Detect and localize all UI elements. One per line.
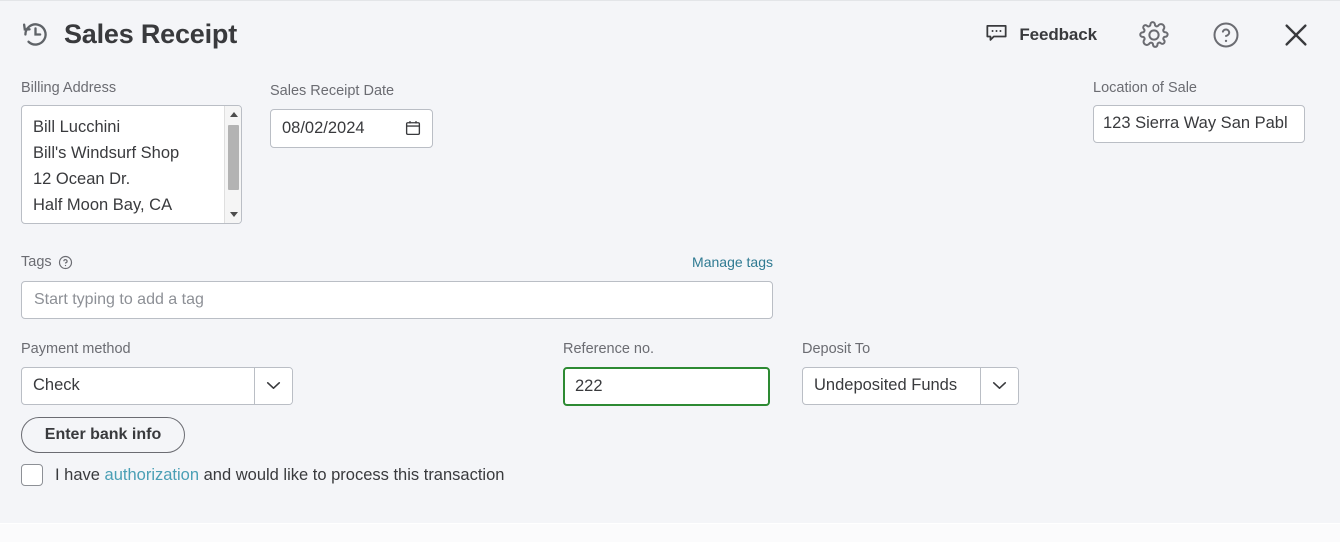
authorization-checkbox[interactable] xyxy=(21,464,43,486)
reference-no-value: 222 xyxy=(575,376,603,395)
question-circle-icon[interactable] xyxy=(58,255,73,270)
billing-line: Half Moon Bay, CA xyxy=(33,195,173,214)
billing-address-content: Bill Lucchini Bill's Windsurf Shop 12 Oc… xyxy=(22,106,222,218)
scroll-down-arrow-icon[interactable] xyxy=(225,206,241,223)
deposit-to-label: Deposit To xyxy=(802,341,871,357)
form-body: Billing Address Bill Lucchini Bill's Win… xyxy=(0,68,1340,523)
speech-bubble-icon xyxy=(984,20,1009,50)
authorization-text: I have authorization and would like to p… xyxy=(55,467,504,484)
authorization-link[interactable]: authorization xyxy=(105,466,199,484)
authorization-text-after: and would like to process this transacti… xyxy=(199,465,505,484)
billing-address-scrollbar[interactable] xyxy=(224,105,241,223)
sales-receipt-date-group: Sales Receipt Date 08/02/2024 xyxy=(270,84,433,148)
tags-header: Tags Manage tags xyxy=(21,253,773,271)
billing-line: Bill Lucchini xyxy=(33,117,121,136)
feedback-label: Feedback xyxy=(1019,24,1097,44)
panel-header: Sales Receipt Feedback xyxy=(0,1,1340,68)
billing-address-label: Billing Address xyxy=(21,80,117,96)
billing-address-group: Billing Address Bill Lucchini Bill's Win… xyxy=(21,81,242,224)
scrollbar-track[interactable] xyxy=(225,123,241,206)
authorization-text-before: I have xyxy=(55,465,105,484)
sales-receipt-date-label: Sales Receipt Date xyxy=(270,83,395,99)
chevron-down-icon[interactable] xyxy=(980,367,1018,404)
location-of-sale-label: Location of Sale xyxy=(1093,80,1197,96)
gear-icon[interactable] xyxy=(1130,11,1178,59)
sales-receipt-date-value: 08/02/2024 xyxy=(282,118,365,137)
tags-input[interactable]: Start typing to add a tag xyxy=(21,281,773,319)
billing-line: 12 Ocean Dr. xyxy=(33,169,131,188)
tags-group: Tags Manage tags Start typing to add a t… xyxy=(21,253,773,319)
chevron-down-icon[interactable] xyxy=(254,367,292,404)
question-circle-icon[interactable] xyxy=(1202,11,1250,59)
deposit-to-value: Undeposited Funds xyxy=(814,376,958,394)
payment-method-label: Payment method xyxy=(21,341,131,357)
reference-no-input[interactable]: 222 xyxy=(563,366,770,406)
calendar-icon[interactable] xyxy=(404,119,422,137)
close-x-icon[interactable] xyxy=(1272,11,1320,59)
reference-no-group: Reference no. 222 xyxy=(563,342,770,406)
location-of-sale-field[interactable]: 123 Sierra Way San Pabl xyxy=(1093,104,1305,143)
deposit-to-group: Deposit To Undeposited Funds xyxy=(802,342,1019,405)
history-clock-icon[interactable] xyxy=(20,19,51,50)
tags-label: Tags xyxy=(21,253,52,270)
sales-receipt-date-field[interactable]: 08/02/2024 xyxy=(270,108,433,148)
page-title: Sales Receipt xyxy=(64,19,237,49)
deposit-to-select[interactable]: Undeposited Funds xyxy=(802,366,1019,405)
payment-method-select[interactable]: Check xyxy=(21,366,293,405)
location-of-sale-group: Location of Sale 123 Sierra Way San Pabl xyxy=(1093,81,1305,143)
payment-method-value: Check xyxy=(33,376,80,394)
location-of-sale-value: 123 Sierra Way San Pabl xyxy=(1103,114,1288,133)
billing-line: Bill's Windsurf Shop xyxy=(33,143,180,162)
enter-bank-info-button[interactable]: Enter bank info xyxy=(21,417,185,453)
manage-tags-link[interactable]: Manage tags xyxy=(692,254,773,270)
authorization-row: I have authorization and would like to p… xyxy=(21,464,504,486)
scrollbar-thumb[interactable] xyxy=(228,124,239,190)
tags-placeholder: Start typing to add a tag xyxy=(34,291,204,308)
billing-address-textarea[interactable]: Bill Lucchini Bill's Windsurf Shop 12 Oc… xyxy=(21,104,242,224)
header-title-group: Sales Receipt xyxy=(20,19,237,50)
header-actions: Feedback xyxy=(984,11,1320,59)
scroll-up-arrow-icon[interactable] xyxy=(225,106,241,123)
payment-method-group: Payment method Check xyxy=(21,342,293,405)
reference-no-label: Reference no. xyxy=(563,341,655,357)
feedback-button[interactable]: Feedback xyxy=(984,20,1097,50)
footer-strip xyxy=(0,523,1340,542)
sales-receipt-panel: Sales Receipt Feedback Billing Address B… xyxy=(0,0,1340,542)
